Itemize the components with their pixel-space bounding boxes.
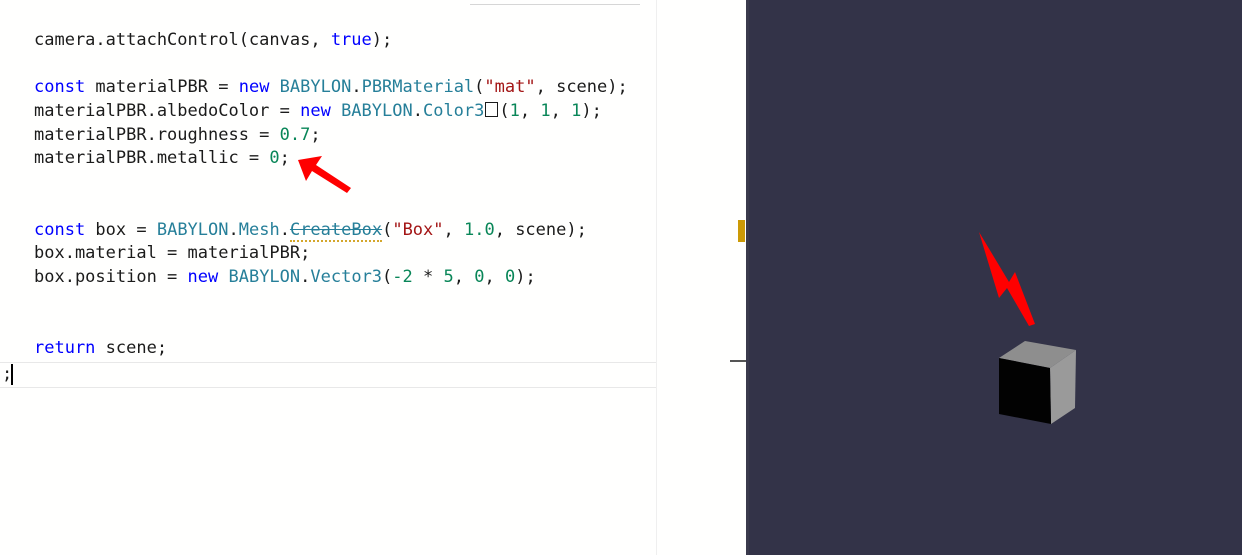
code-token-number: 0.7 — [279, 125, 311, 145]
code-token-type: PBRMaterial — [361, 77, 475, 97]
code-token-type: Vector3 — [310, 267, 383, 287]
code-token: * — [412, 267, 444, 287]
code-token: , — [484, 267, 505, 287]
deprecated-function-token: CreateBox — [289, 220, 383, 242]
code-token: . — [351, 77, 362, 97]
code-token: . — [279, 220, 290, 240]
clipped-line-top — [470, 0, 640, 5]
code-token-number: 0 — [474, 267, 485, 287]
code-token-keyword: new — [238, 77, 270, 97]
code-token-keyword: new — [300, 101, 331, 121]
code-token: ; — [279, 148, 290, 168]
code-token-number: -2 — [392, 267, 413, 287]
red-arrow-icon — [979, 232, 1035, 326]
code-token-type: Mesh — [238, 220, 280, 240]
red-arrow-icon — [298, 156, 351, 193]
code-token-string: "Box" — [392, 220, 444, 240]
box-mesh — [999, 341, 1076, 424]
code-token-type: BABYLON — [218, 267, 301, 287]
code-token: , — [453, 267, 475, 287]
code-token: ); — [371, 30, 393, 50]
code-token-type: Color3 — [422, 101, 485, 121]
scrollbar-marker[interactable] — [738, 220, 745, 242]
code-token-type: BABYLON — [269, 77, 352, 97]
code-token-keyword: new — [187, 267, 219, 287]
code-token: box = — [85, 220, 157, 240]
code-token-number: 1.0 — [464, 220, 495, 240]
code-token: materialPBR.roughness = — [34, 125, 280, 145]
code-token: ; — [310, 125, 321, 145]
code-token: , — [443, 220, 464, 240]
code-token: ); — [581, 101, 602, 121]
render-canvas[interactable] — [749, 0, 1242, 555]
code-token: box.material = materialPBR; — [34, 243, 311, 263]
code-token: . — [228, 220, 239, 240]
code-token-number: 1 — [571, 101, 582, 121]
code-token: ); — [515, 267, 536, 287]
code-token: materialPBR.metallic = — [34, 148, 270, 168]
code-token: ( — [382, 220, 393, 240]
color-swatch-icon[interactable] — [485, 102, 499, 117]
code-token: ( — [474, 77, 485, 97]
code-line-return[interactable]: return scene; — [34, 336, 167, 360]
code-token-keyword: return — [34, 338, 96, 358]
code-token: ( — [382, 267, 393, 287]
code-token: camera.attachControl(canvas, — [34, 30, 331, 50]
code-token: materialPBR.albedoColor = — [34, 101, 301, 121]
current-line-highlight — [0, 362, 656, 388]
code-token: , scene); — [535, 77, 628, 97]
code-token-keyword: const — [34, 220, 86, 240]
code-token: , scene); — [494, 220, 587, 240]
code-editor[interactable]: camera.attachControl(canvas, true); cons… — [0, 0, 656, 555]
code-token-number: 0 — [269, 148, 280, 168]
code-token-keyword: true — [330, 30, 372, 50]
code-token-type: BABYLON — [330, 101, 413, 121]
code-token: ( — [499, 101, 510, 121]
editor-gutter — [656, 0, 747, 555]
code-token: box.position = — [34, 267, 188, 287]
code-token-number: 0 — [504, 267, 516, 287]
text-cursor — [11, 364, 13, 385]
code-token: . — [300, 267, 311, 287]
code-line-roughness[interactable]: materialPBR.roughness = 0.7; — [34, 123, 321, 147]
code-token-number: 5 — [443, 267, 454, 287]
code-line-attach-control[interactable]: camera.attachControl(canvas, true); — [34, 28, 392, 52]
code-token: , — [519, 101, 541, 121]
code-token-type: BABYLON — [156, 220, 229, 240]
code-token: scene; — [95, 338, 168, 358]
code-line-albedo-color[interactable]: materialPBR.albedoColor = new BABYLON.Co… — [34, 99, 602, 123]
code-line-box-position[interactable]: box.position = new BABYLON.Vector3(-2 * … — [34, 265, 536, 289]
code-token: , — [550, 101, 572, 121]
code-line-metallic[interactable]: materialPBR.metallic = 0; — [34, 146, 290, 170]
code-token-number: 1 — [540, 101, 551, 121]
code-line-material-pbr[interactable]: const materialPBR = new BABYLON.PBRMater… — [34, 75, 628, 99]
code-token: materialPBR = — [85, 77, 239, 97]
code-line-box-material[interactable]: box.material = materialPBR; — [34, 241, 310, 265]
code-token: . — [412, 101, 423, 121]
code-token-keyword: const — [34, 77, 86, 97]
scrollbar-position-indicator — [730, 360, 746, 362]
code-line-create-box[interactable]: const box = BABYLON.Mesh.CreateBox("Box"… — [34, 218, 587, 242]
code-token-string: "mat" — [484, 77, 536, 97]
code-token-number: 1 — [509, 101, 520, 121]
